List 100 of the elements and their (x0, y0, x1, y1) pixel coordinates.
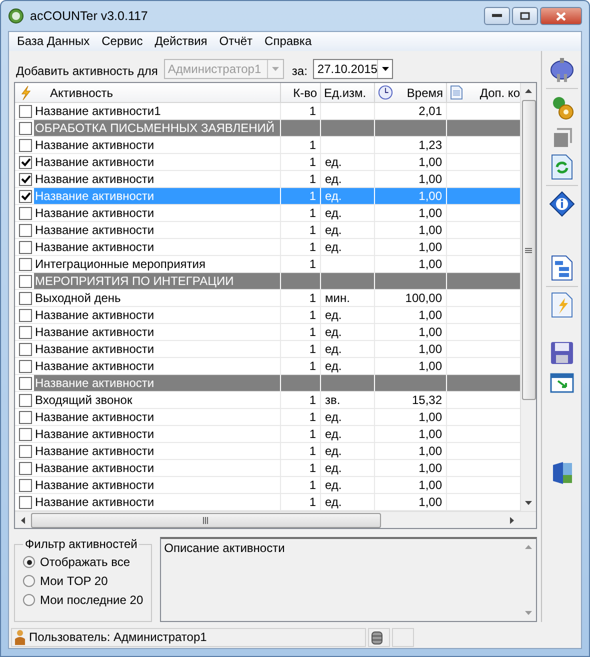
checkbox[interactable] (19, 224, 32, 237)
table-cell[interactable]: Интеграционные мероприятия (34, 256, 281, 272)
scroll-thumb[interactable] (522, 100, 536, 400)
table-cell[interactable]: Название активности (34, 341, 281, 358)
checkbox[interactable] (19, 496, 32, 509)
menu-item[interactable]: Отчёт (213, 32, 259, 51)
checkbox[interactable] (19, 462, 32, 475)
table-cell[interactable]: Название активности (34, 358, 281, 374)
menu-item[interactable]: Справка (258, 32, 318, 51)
grip-icon (202, 516, 210, 524)
table-cell[interactable]: Название активности (34, 307, 281, 324)
date-label: за: (290, 64, 308, 80)
table-cell[interactable]: Название активности (34, 477, 281, 494)
table-cell: 1,00 (375, 341, 447, 358)
checkbox[interactable] (19, 478, 32, 492)
table-cell[interactable]: Название активности (34, 443, 281, 460)
column-header[interactable]: Время (397, 86, 443, 100)
scroll-thumb[interactable] (31, 512, 381, 528)
table-cell[interactable]: Название активности (34, 154, 281, 170)
group-row[interactable]: МЕРОПРИЯТИЯ ПО ИНТЕГРАЦИИ (34, 273, 520, 290)
radio-button[interactable] (23, 575, 35, 588)
checkbox[interactable] (19, 138, 32, 152)
menu-item[interactable]: Действия (148, 32, 214, 51)
checkbox[interactable] (19, 104, 32, 118)
table-cell: 1 (281, 205, 321, 222)
group-row[interactable]: ОБРАБОТКА ПИСЬМЕННЫХ ЗАЯВЛЕНИЙ (34, 120, 520, 136)
table-cell[interactable]: Название активности (34, 460, 281, 476)
table-cell: 1,00 (375, 477, 447, 494)
add-activity-label: Добавить активность для (15, 64, 158, 80)
table-cell[interactable]: Выходной день (34, 290, 281, 306)
radio-button[interactable] (23, 594, 35, 606)
checkbox[interactable] (19, 172, 32, 186)
table-cell: мин. (321, 290, 375, 306)
checkbox[interactable] (19, 444, 32, 458)
table-cell: 1,00 (375, 256, 447, 272)
table-cell: 1 (281, 171, 321, 188)
checkbox[interactable] (19, 410, 32, 424)
scroll-right-icon[interactable] (510, 516, 514, 524)
checkbox[interactable] (19, 240, 32, 254)
table-cell: 100,00 (375, 290, 447, 306)
table-cell: 1 (281, 256, 321, 272)
radio-label[interactable]: Мои TOP 20 (40, 574, 108, 588)
scroll-left-icon[interactable] (21, 516, 25, 524)
checkbox[interactable] (19, 428, 32, 441)
column-header[interactable]: Ед.изм. (324, 86, 366, 100)
scroll-up-icon[interactable] (525, 89, 532, 94)
checkbox[interactable] (19, 206, 32, 220)
group-header[interactable]: ОБРАБОТКА ПИСЬМЕННЫХ ЗАЯВЛЕНИЙ (34, 120, 281, 136)
table-cell[interactable]: Название активности (34, 171, 281, 188)
table-cell[interactable]: Название активности (34, 239, 281, 256)
table-cell[interactable]: Название активности (34, 324, 281, 340)
checkbox[interactable] (19, 342, 32, 356)
checkbox[interactable] (19, 274, 32, 288)
checkbox[interactable] (19, 376, 32, 390)
maximize-button[interactable] (512, 7, 538, 25)
minimize-button[interactable] (484, 7, 510, 25)
table-cell[interactable]: Название активности (34, 494, 281, 510)
table-cell[interactable]: Название активности (34, 409, 281, 426)
scroll-down-icon[interactable] (525, 501, 532, 506)
table-cell[interactable]: Название активности (34, 222, 281, 238)
group-header[interactable]: МЕРОПРИЯТИЯ ПО ИНТЕГРАЦИИ (34, 273, 281, 290)
checkbox[interactable] (19, 326, 32, 339)
date-picker[interactable]: 27.10.2015 (313, 59, 394, 80)
group-header[interactable]: Название активности (34, 375, 281, 392)
checkbox[interactable] (19, 292, 32, 305)
description-text: Описание активности (163, 540, 286, 558)
checkbox[interactable] (19, 156, 32, 169)
checkbox[interactable] (19, 360, 32, 373)
grip-icon (525, 248, 532, 253)
checkbox[interactable] (19, 394, 32, 407)
table-cell[interactable]: Название активности1 (34, 103, 281, 120)
checkbox[interactable] (19, 308, 32, 322)
table-cell: 1,00 (375, 426, 447, 442)
menu-item[interactable]: Сервис (96, 32, 149, 51)
radio-label[interactable]: Отображать все (40, 555, 130, 570)
table-cell: 1,23 (375, 137, 447, 154)
table-cell[interactable]: Название активности (34, 205, 281, 222)
group-row[interactable]: Название активности (34, 375, 520, 392)
close-icon (556, 12, 566, 20)
table-cell[interactable]: Название активности (34, 426, 281, 442)
menu-item[interactable]: База Данных (11, 32, 96, 51)
horizontal-scrollbar[interactable] (15, 511, 536, 528)
table-cell: ед. (321, 460, 375, 476)
column-header[interactable]: Доп. ко (467, 86, 520, 100)
vertical-scrollbar[interactable] (520, 83, 536, 512)
radio-label[interactable]: Мои последние 20 (40, 593, 144, 608)
table-cell: 1,00 (375, 188, 447, 204)
checkbox[interactable] (19, 190, 32, 203)
dropdown-arrow-icon[interactable] (382, 67, 389, 72)
checkbox[interactable] (19, 122, 32, 135)
table-cell: 2,01 (375, 103, 447, 120)
table-cell[interactable]: Название активности (34, 137, 281, 154)
column-header[interactable]: Активность (50, 86, 114, 100)
column-header[interactable]: К-во (293, 86, 317, 100)
close-button[interactable] (540, 7, 582, 25)
radio-button[interactable] (23, 556, 35, 568)
maximize-icon (520, 12, 530, 20)
window-title: acCOUNTer v3.0.117 (30, 9, 148, 23)
table-cell[interactable]: Входящий звонок (34, 392, 281, 408)
checkbox[interactable] (19, 258, 32, 271)
